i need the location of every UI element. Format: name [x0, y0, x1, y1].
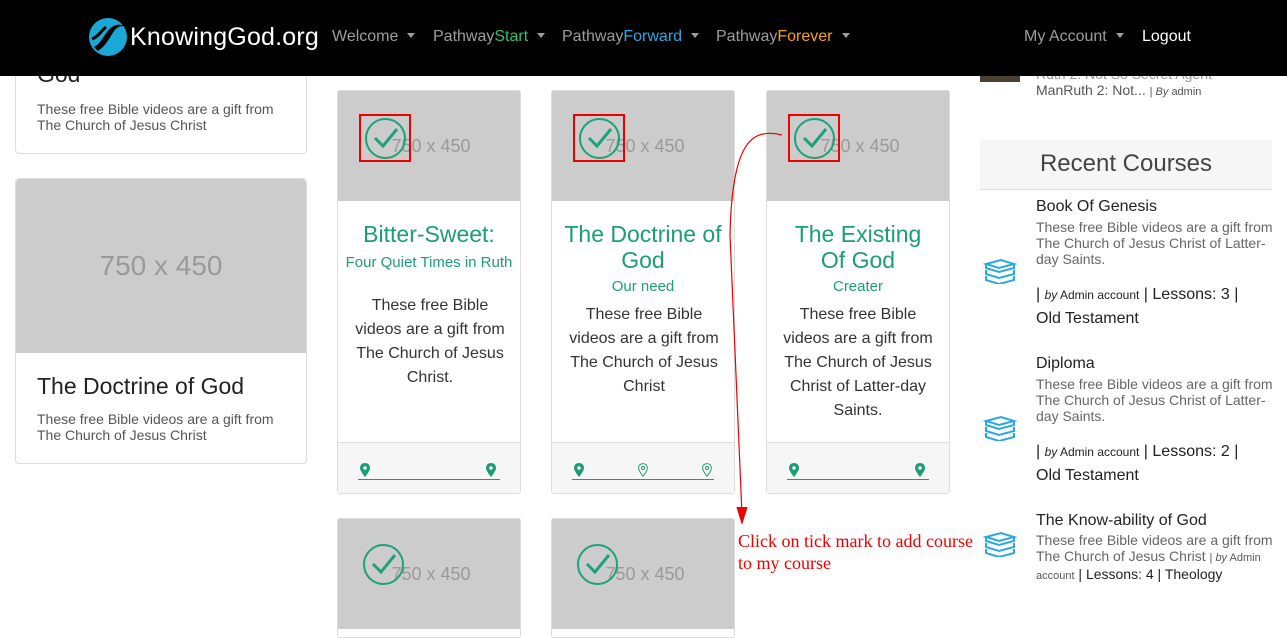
by-label: by	[1044, 288, 1058, 302]
annotation-text: Click on tick mark to add course to my c…	[738, 530, 973, 574]
card-footer	[767, 442, 949, 493]
lessons-count: Lessons: 4	[1085, 566, 1154, 582]
progress-line	[787, 479, 929, 480]
course-subtitle: Our need	[611, 278, 675, 295]
course-title[interactable]: The Doctrine of God	[552, 221, 734, 273]
by-label: by	[1044, 445, 1058, 459]
recent-course-title[interactable]: Diploma	[1036, 355, 1095, 373]
by-label: by	[1215, 552, 1228, 564]
course-thumbnail-placeholder[interactable]: 750 x 450	[16, 179, 306, 353]
card-footer	[338, 442, 520, 493]
nav-pathway-forward[interactable]: PathwayForward	[562, 28, 700, 46]
course-subtitle: Four Quiet Times in Ruth	[345, 254, 513, 271]
recent-courses-header: Recent Courses	[980, 140, 1272, 190]
by-label: By	[1155, 86, 1169, 98]
recent-course-title[interactable]: The Know-ability of God	[1036, 512, 1207, 530]
books-icon	[983, 415, 1017, 441]
course-category[interactable]: Old Testament	[1036, 307, 1286, 331]
check-circle-icon	[579, 118, 620, 159]
nav-pathway-start-prefix: Pathway	[433, 28, 495, 45]
nav-pathway-forever-prefix: Pathway	[716, 28, 778, 45]
course-category[interactable]: Old Testament	[1036, 464, 1286, 488]
brand-link[interactable]: KnowingGod.org	[88, 17, 319, 57]
recent-post-title-2: ManRuth 2: Not...	[1036, 82, 1146, 98]
books-icon	[983, 531, 1017, 557]
lessons-count: Lessons: 2	[1152, 443, 1230, 460]
caret-down-icon	[537, 33, 546, 38]
course-subtitle: Creater	[832, 278, 884, 295]
author-link[interactable]: Admin account	[1060, 288, 1139, 302]
course-description: These free Bible videos are a gift from …	[355, 297, 505, 386]
nav-my-account-label: My Account	[1024, 28, 1107, 45]
map-pin-icon	[574, 463, 584, 477]
caret-down-icon	[841, 33, 850, 38]
nav-pathway-forward-accent: Forward	[623, 28, 683, 45]
progress-line	[572, 479, 714, 480]
check-circle-icon	[365, 118, 406, 159]
map-pin-icon	[486, 463, 496, 477]
course-card: 750 x 450 The Doctrine of God Our need T…	[551, 90, 735, 494]
lessons-count: Lessons: 3	[1152, 286, 1230, 303]
nav-welcome-label: Welcome	[332, 28, 399, 45]
map-pin-icon	[915, 463, 925, 477]
nav-pathway-forever-accent: Forever	[777, 28, 833, 45]
left-course-card[interactable]: 750 x 450 The Doctrine of God These free…	[15, 178, 307, 464]
check-circle-icon	[794, 118, 835, 159]
nav-pathway-start-accent: Start	[494, 28, 529, 45]
recent-course-desc: These free Bible videos are a gift from …	[1036, 376, 1273, 424]
recent-course-title[interactable]: Book Of Genesis	[1036, 198, 1157, 216]
books-icon	[983, 258, 1017, 284]
caret-down-icon	[1115, 33, 1124, 38]
course-card: 750 x 450 The Existing Of God Creater Th…	[766, 90, 950, 494]
nav-pathway-forward-prefix: Pathway	[562, 28, 624, 45]
map-pin-icon	[360, 463, 370, 477]
course-title[interactable]: The Doctrine of God	[37, 373, 244, 400]
author-link[interactable]: admin	[1171, 86, 1201, 98]
recent-course-desc: These free Bible videos are a gift from …	[1036, 532, 1273, 582]
nav-logout[interactable]: Logout	[1142, 28, 1191, 46]
caret-down-icon	[691, 33, 700, 38]
course-description: These free Bible videos are a gift from …	[37, 411, 274, 443]
author-link[interactable]: Admin account	[1060, 445, 1139, 459]
course-description: These free Bible videos are a gift from …	[569, 306, 719, 395]
progress-line	[358, 479, 500, 480]
course-card: 750 x 450	[337, 518, 521, 638]
nav-welcome[interactable]: Welcome	[332, 28, 416, 46]
card-footer	[552, 442, 734, 493]
course-card: 750 x 450 Bitter-Sweet: Four Quiet Times…	[337, 90, 521, 494]
add-course-tick-button[interactable]	[359, 114, 411, 162]
recent-course-meta: | by Admin account | Lessons: 3 | Old Te…	[1036, 283, 1286, 331]
course-category[interactable]: Theology	[1165, 566, 1223, 582]
check-circle-icon[interactable]	[577, 544, 618, 585]
course-card: 750 x 450	[551, 518, 735, 638]
nav-pathway-forever[interactable]: PathwayForever	[716, 28, 850, 46]
caret-down-icon	[407, 33, 416, 38]
recent-course-meta: | by Admin account | Lessons: 2 | Old Te…	[1036, 440, 1286, 488]
map-pin-icon	[789, 463, 799, 477]
knowinggod-logo-icon	[89, 18, 127, 56]
brand-name: KnowingGod.org	[130, 22, 320, 51]
map-pin-outline-icon	[702, 463, 712, 477]
placeholder-label: 750 x 450	[99, 250, 223, 281]
add-course-tick-button[interactable]	[788, 114, 840, 162]
course-title[interactable]: Bitter-Sweet:	[338, 221, 520, 247]
map-pin-outline-icon	[638, 463, 648, 477]
recent-course-desc: These free Bible videos are a gift from …	[1036, 219, 1273, 267]
annotation-arrow	[729, 132, 783, 526]
add-course-tick-button[interactable]	[573, 114, 625, 162]
course-description: These free Bible videos are a gift from …	[37, 101, 274, 133]
navbar: KnowingGod.org Welcome PathwayStart Path…	[0, 0, 1287, 76]
annotation-line-2: to my course	[738, 553, 831, 573]
annotation-line-1: Click on tick mark to add course	[738, 531, 973, 551]
course-description: These free Bible videos are a gift from …	[783, 306, 933, 419]
nav-pathway-start[interactable]: PathwayStart	[433, 28, 546, 46]
check-circle-icon[interactable]	[363, 544, 404, 585]
nav-my-account[interactable]: My Account	[1024, 28, 1124, 46]
course-title[interactable]: The Existing Of God	[787, 221, 929, 273]
